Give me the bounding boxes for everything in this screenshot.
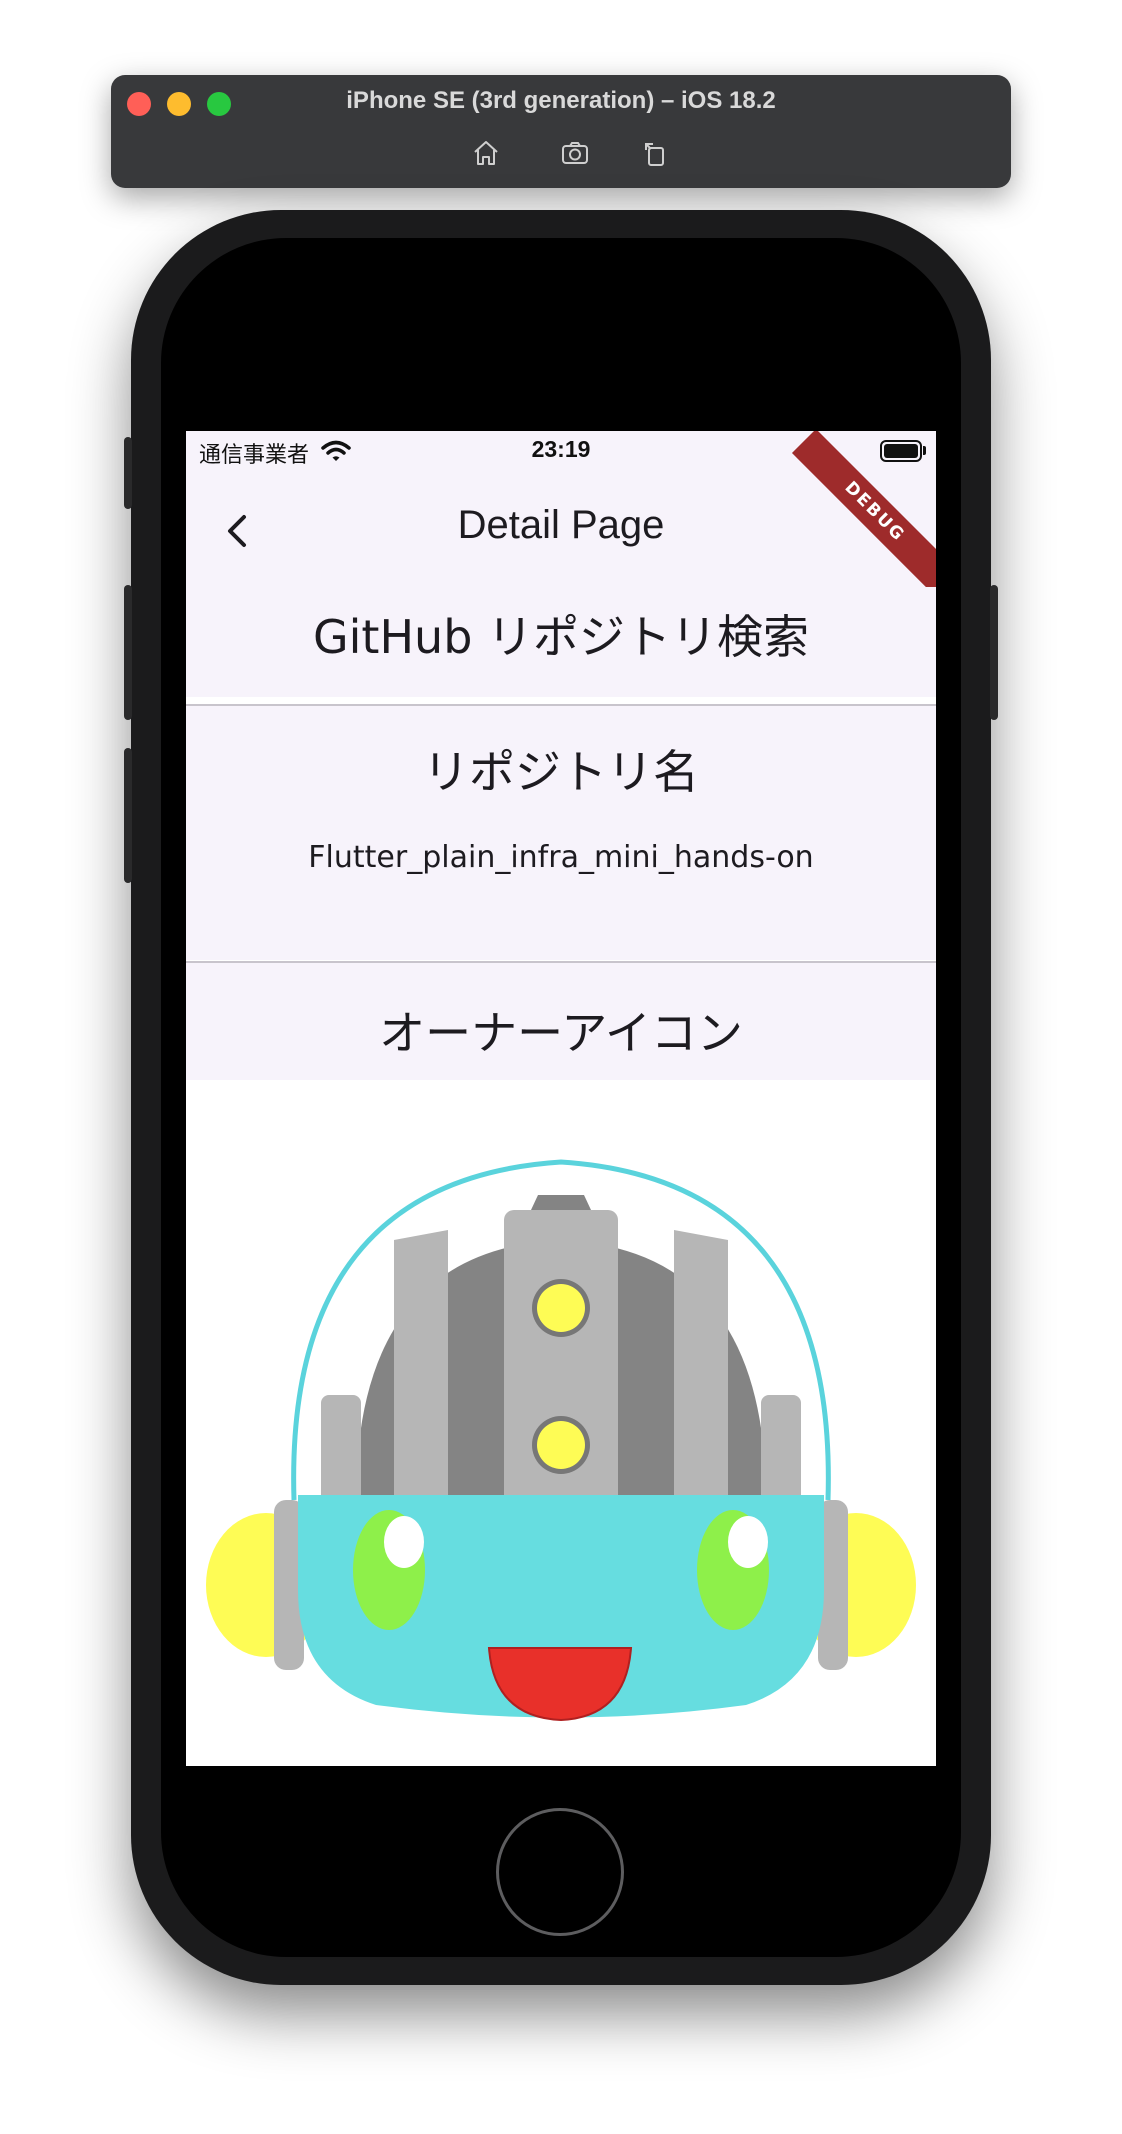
app-heading: GitHub リポジトリ検索	[312, 610, 810, 664]
app-screen: 通信事業者 23:19 Detail Page DEBUG GitHub リポジ…	[186, 431, 936, 1766]
owner-icon-section: オーナーアイコン	[186, 963, 936, 1080]
rotate-icon[interactable]	[637, 135, 673, 171]
volume-down-button	[124, 748, 132, 883]
home-icon[interactable]	[468, 135, 504, 171]
owner-avatar	[186, 1080, 936, 1766]
repo-name-value: Flutter_plain_infra_mini_hands-on	[308, 840, 814, 875]
battery-nub	[923, 446, 926, 455]
repo-name-label: リポジトリ名	[423, 745, 699, 799]
app-bar: Detail Page	[186, 475, 936, 587]
mute-switch	[124, 437, 132, 509]
app-heading-section: GitHub リポジトリ検索	[186, 587, 936, 697]
screenshot-icon[interactable]	[557, 135, 593, 171]
simulator-title: iPhone SE (3rd generation) – iOS 18.2	[346, 87, 776, 114]
volume-up-button	[124, 585, 132, 720]
home-button[interactable]	[496, 1808, 624, 1936]
page-title: Detail Page	[457, 503, 665, 547]
power-button	[990, 585, 998, 720]
repo-name-section: リポジトリ名 Flutter_plain_infra_mini_hands-on	[186, 706, 936, 960]
simulator-title-bar: iPhone SE (3rd generation) – iOS 18.2	[111, 75, 1011, 188]
robot-avatar-image	[206, 1159, 916, 1722]
battery-icon	[880, 440, 922, 462]
owner-icon-label: オーナーアイコン	[379, 1006, 743, 1060]
